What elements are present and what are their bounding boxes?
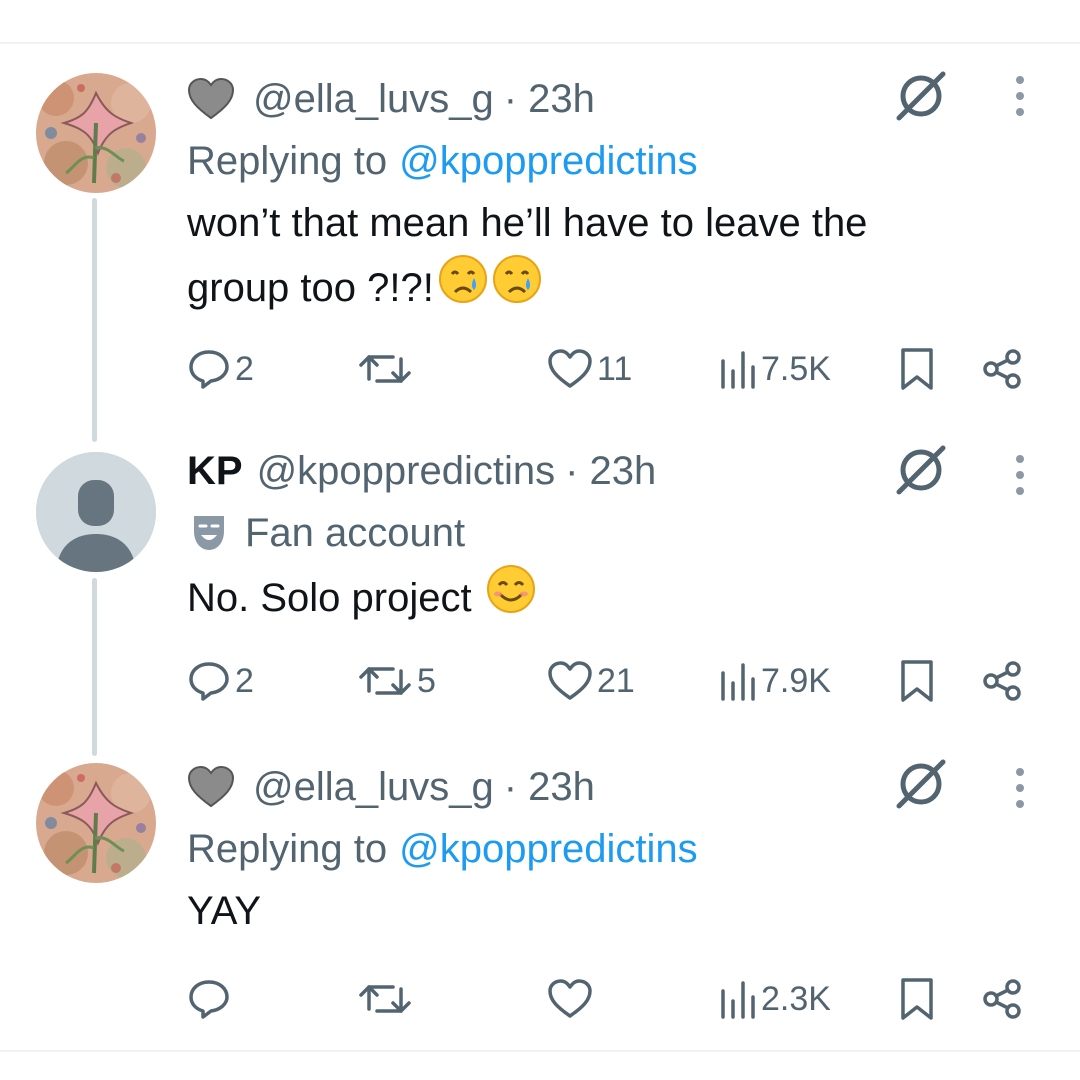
- heart-icon: [548, 349, 592, 388]
- grok-icon[interactable]: [893, 756, 949, 812]
- view-count: 7.9K: [761, 661, 831, 700]
- reply-icon: [189, 980, 229, 1019]
- like-button[interactable]: 21: [547, 653, 635, 709]
- tweet-text-line-2: group too ?!?!: [187, 254, 1040, 322]
- timestamp[interactable]: · 23h: [504, 765, 595, 810]
- reply-icon: [189, 662, 229, 701]
- user-handle[interactable]: @ella_luvs_g: [253, 765, 494, 810]
- views-icon: [721, 663, 755, 701]
- views-button[interactable]: 2.3K: [717, 971, 831, 1027]
- account-label: Fan account: [187, 502, 1040, 564]
- share-button[interactable]: [981, 341, 1025, 397]
- replying-label: Replying to: [187, 138, 388, 183]
- grok-icon[interactable]: [893, 442, 949, 498]
- share-icon: [983, 979, 1021, 1019]
- bookmark-button[interactable]: [899, 341, 935, 397]
- reply-button[interactable]: 2: [187, 653, 254, 709]
- reply-icon: [189, 350, 229, 389]
- tweet-text: YAY: [187, 880, 1040, 942]
- tweet-actions: 2 5 21 7.9K: [187, 653, 1037, 709]
- views-button[interactable]: 7.9K: [717, 653, 831, 709]
- tweet-text: won’t that mean he’ll have to leave the …: [187, 192, 1040, 322]
- share-button[interactable]: [981, 653, 1025, 709]
- bookmark-button[interactable]: [899, 971, 935, 1027]
- bookmark-icon: [901, 348, 933, 390]
- tweet-text-line: won’t that mean he’ll have to leave the: [187, 201, 868, 245]
- bookmark-icon: [901, 660, 933, 702]
- heart-icon: [548, 979, 592, 1018]
- like-count: 21: [597, 661, 635, 700]
- crying-face-emoji: [438, 254, 488, 322]
- tweet-text-line: YAY: [187, 889, 262, 933]
- tweet-text: No. Solo project: [187, 564, 1040, 632]
- views-icon: [721, 351, 755, 389]
- grey-heart-icon: [187, 78, 235, 120]
- retweet-button[interactable]: [357, 341, 417, 397]
- top-divider: [0, 42, 1080, 44]
- replying-to-handle[interactable]: @kpoppredictins: [399, 827, 698, 872]
- share-icon: [983, 661, 1021, 701]
- tweet-actions: 2 11 7.5K: [187, 341, 1037, 397]
- grok-icon[interactable]: [893, 68, 949, 124]
- retweet-button[interactable]: [357, 971, 417, 1027]
- replying-to-handle[interactable]: @kpoppredictins: [399, 139, 698, 184]
- bookmark-icon: [901, 978, 933, 1020]
- reply-count: 2: [235, 661, 254, 700]
- retweet-icon: [359, 355, 411, 383]
- bottom-divider: [0, 1050, 1080, 1052]
- thread-line: [92, 578, 97, 756]
- retweet-button[interactable]: 5: [357, 653, 436, 709]
- avatar-default[interactable]: [36, 452, 156, 572]
- share-icon: [983, 349, 1021, 389]
- like-button[interactable]: 11: [547, 341, 632, 397]
- views-icon: [721, 981, 755, 1019]
- timestamp[interactable]: · 23h: [504, 77, 595, 122]
- heart-icon: [548, 661, 592, 700]
- replying-to: Replying to @kpoppredictins: [187, 818, 1040, 880]
- replying-label: Replying to: [187, 826, 388, 871]
- more-options-icon[interactable]: [1010, 68, 1030, 124]
- views-button[interactable]: 7.5K: [717, 341, 831, 397]
- bookmark-button[interactable]: [899, 653, 935, 709]
- tweet-text-line: group too ?!?!: [187, 266, 434, 310]
- reply-count: 2: [235, 349, 254, 388]
- more-options-icon[interactable]: [1010, 447, 1030, 503]
- tweet-text-line: No. Solo project: [187, 576, 472, 620]
- display-name[interactable]: KP: [187, 449, 243, 494]
- thread-line: [92, 198, 97, 442]
- share-button[interactable]: [981, 971, 1025, 1027]
- view-count: 7.5K: [761, 349, 831, 388]
- user-handle[interactable]: @kpoppredictins: [257, 449, 556, 494]
- crying-face-emoji: [492, 254, 542, 322]
- reply-button[interactable]: [187, 971, 235, 1027]
- smiling-face-emoji: [486, 564, 536, 632]
- like-button[interactable]: [547, 971, 597, 1027]
- user-handle[interactable]: @ella_luvs_g: [253, 77, 494, 122]
- more-options-icon[interactable]: [1010, 760, 1030, 816]
- like-count: 11: [597, 349, 633, 388]
- account-label-text: Fan account: [245, 510, 466, 555]
- view-count: 2.3K: [761, 979, 831, 1018]
- retweet-icon: [359, 667, 411, 695]
- theater-mask-icon: [191, 513, 227, 553]
- reply-button[interactable]: 2: [187, 341, 254, 397]
- grey-heart-icon: [187, 766, 235, 808]
- avatar-artwork[interactable]: [36, 73, 156, 193]
- timestamp[interactable]: · 23h: [565, 449, 656, 494]
- retweet-count: 5: [417, 661, 436, 700]
- replying-to: Replying to @kpoppredictins: [187, 130, 1040, 192]
- avatar-artwork[interactable]: [36, 763, 156, 883]
- retweet-icon: [359, 985, 411, 1013]
- tweet-actions: 2.3K: [187, 971, 1037, 1027]
